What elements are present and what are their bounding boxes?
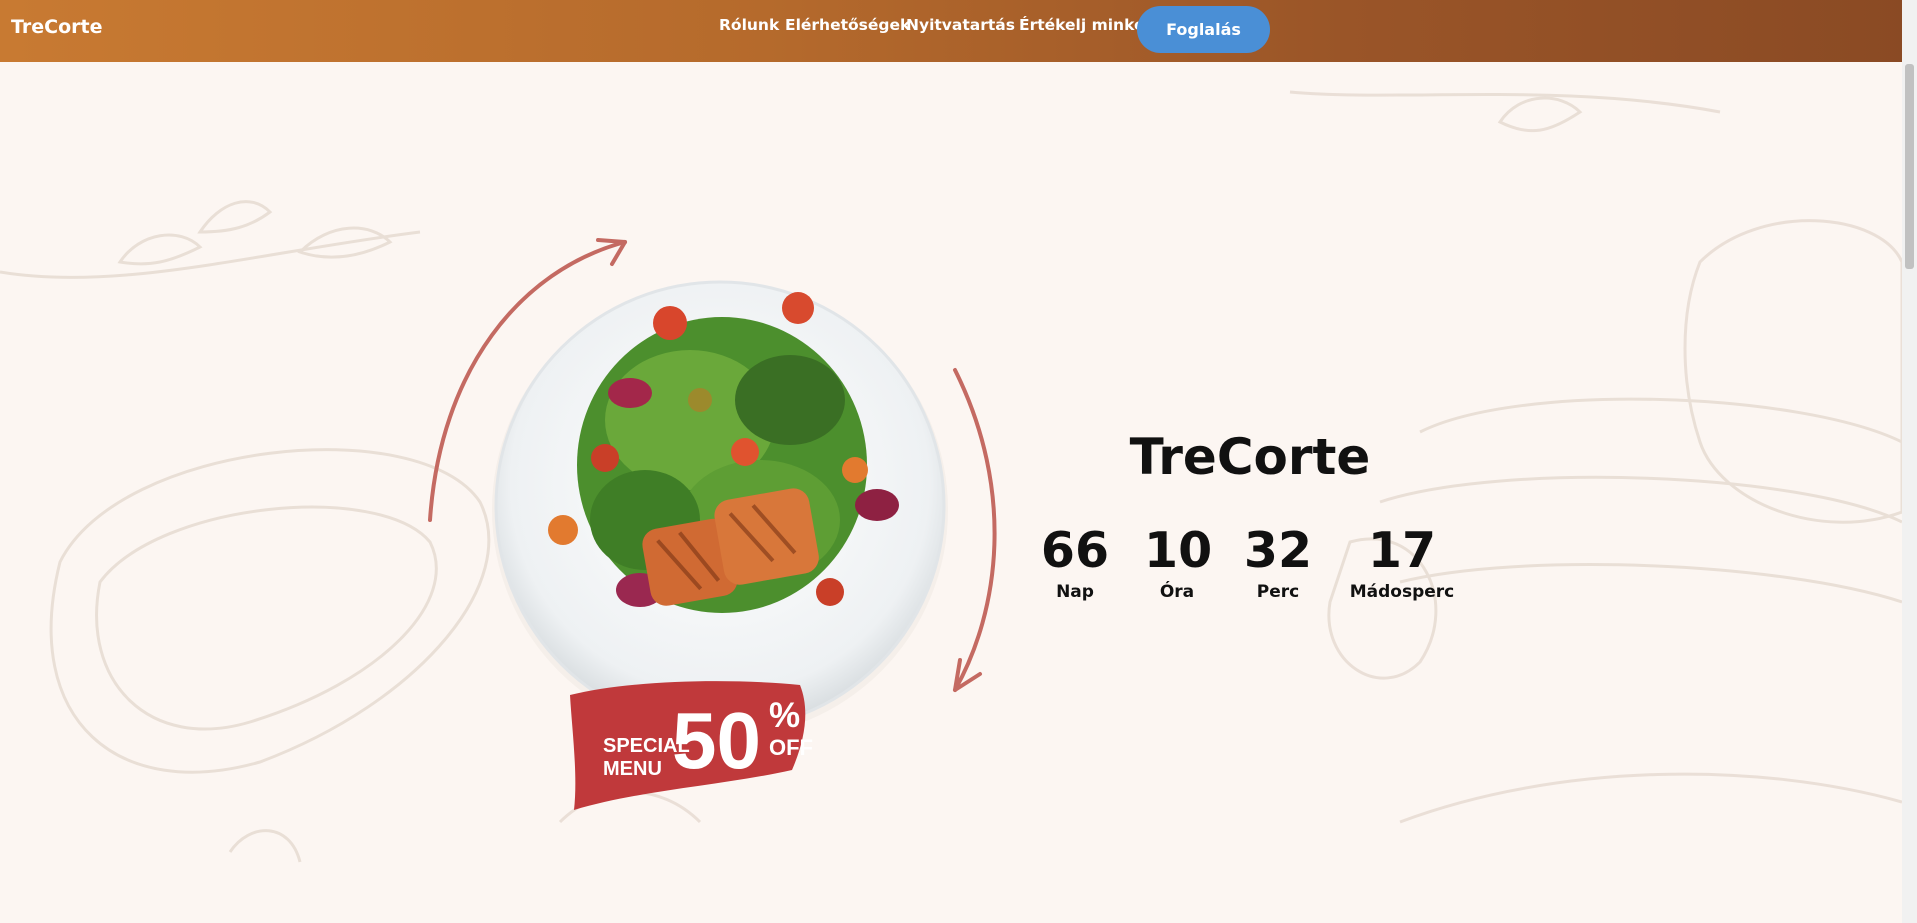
arrow-right xyxy=(953,368,997,692)
countdown-minutes-label: Perc xyxy=(1256,582,1300,602)
promo-badge: SPECIAL MENU 50 % OFF xyxy=(570,681,813,810)
countdown-hours-value: 10 xyxy=(1144,522,1213,579)
countdown-minutes: 32 Perc xyxy=(1243,522,1313,602)
scrollbar-thumb[interactable] xyxy=(1905,64,1914,269)
countdown-days-label: Nap xyxy=(1056,582,1094,602)
nav-link-elerhetosegek[interactable]: Elérhetőségek xyxy=(785,16,910,34)
nav-link-rolunk[interactable]: Rólunk xyxy=(719,16,779,34)
countdown-minutes-value: 32 xyxy=(1243,522,1313,579)
promo-line2: MENU xyxy=(603,758,662,780)
countdown-seconds: 17 Mádosperc xyxy=(1346,522,1458,602)
promo-off: OFF xyxy=(769,735,813,760)
vertical-scrollbar[interactable] xyxy=(1902,0,1917,923)
promo-percent: % xyxy=(769,696,800,735)
promo-value: 50 xyxy=(672,696,761,785)
countdown-hours: 10 Óra xyxy=(1144,522,1213,602)
countdown-hours-label: Óra xyxy=(1159,582,1195,602)
nav-link-nyitvatartas[interactable]: Nyitvatartás xyxy=(906,16,1015,34)
nav-link-ertekelj[interactable]: Értékelj minket xyxy=(1019,16,1152,34)
countdown-seconds-label: Mádosperc xyxy=(1349,582,1455,602)
brand-logo[interactable]: TreCorte xyxy=(11,16,102,38)
countdown-days: 66 Nap xyxy=(1040,522,1110,602)
booking-button[interactable]: Foglalás xyxy=(1137,6,1270,53)
countdown-seconds-value: 17 xyxy=(1367,522,1437,579)
top-navbar: TreCorte Rólunk Elérhetőségek Nyitvatart… xyxy=(0,0,1917,62)
countdown-days-value: 66 xyxy=(1040,522,1110,579)
hero-title: TreCorte xyxy=(1129,428,1371,486)
promo-graphic: SPECIAL MENU 50 % OFF xyxy=(428,238,997,810)
